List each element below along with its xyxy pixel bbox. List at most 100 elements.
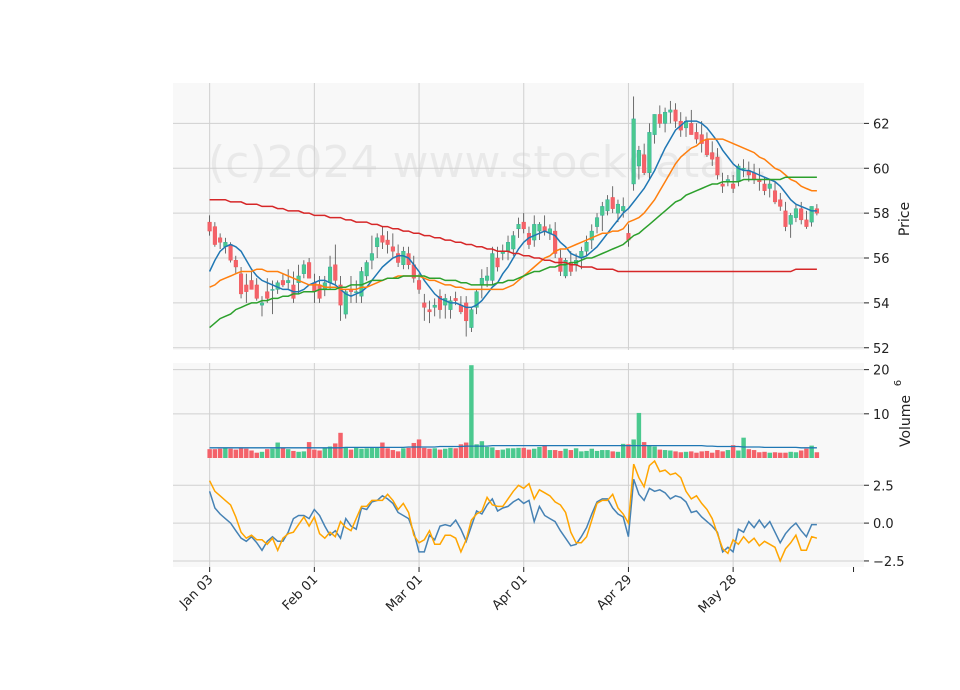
candle-down	[731, 183, 736, 189]
volume-bar-down	[390, 450, 396, 458]
volume-bar-down	[678, 452, 684, 458]
candle-up	[485, 275, 490, 281]
volume-bar-down	[542, 445, 547, 458]
candle-down	[657, 114, 662, 124]
candle-up	[375, 237, 380, 247]
volume-bar-up	[505, 448, 511, 458]
volume-bar-down	[626, 444, 631, 458]
candle-down	[212, 226, 217, 245]
candle-down	[762, 183, 767, 191]
volume-bar-down	[463, 442, 469, 458]
candle-down	[772, 190, 778, 203]
volume-bar-up	[296, 451, 301, 458]
volume-bar-down	[762, 451, 767, 458]
y-tick-label: 56	[873, 252, 890, 267]
candle-up	[469, 309, 474, 328]
volume-bar-down	[757, 452, 762, 458]
candle-down	[207, 221, 212, 232]
volume-bar-down	[453, 448, 458, 458]
candle-down	[704, 138, 709, 155]
price-axis-title: Price	[897, 202, 913, 236]
volume-bar-down	[249, 450, 254, 458]
volume-bar-up	[484, 446, 490, 458]
candle-up	[490, 253, 495, 281]
volume-bar-down	[783, 452, 788, 458]
candle-down	[427, 309, 432, 313]
volume-bar-up	[353, 447, 359, 458]
volume-bar-down	[233, 449, 239, 458]
candle-down	[720, 183, 725, 187]
y-tick-label: 2.5	[873, 479, 894, 494]
watermark-text: (c)2024 www.stockdata...	[208, 137, 768, 188]
volume-bar-down	[265, 449, 270, 458]
candle-up	[788, 215, 793, 225]
volume-bar-down	[422, 447, 427, 458]
volume-bar-up	[500, 449, 506, 458]
volume-bar-down	[238, 448, 244, 458]
volume-bar-up	[369, 447, 375, 458]
candle-up	[652, 114, 657, 135]
volume-bar-down	[228, 448, 233, 458]
volume-bar-up	[432, 448, 437, 458]
volume-bar-down	[333, 443, 338, 458]
candle-down	[673, 109, 678, 122]
x-tick-label: Apr 29	[594, 572, 635, 613]
candle-down	[380, 235, 385, 243]
candle-up	[621, 206, 626, 212]
candle-down	[689, 123, 694, 135]
candle-down	[778, 199, 783, 207]
candle-up	[328, 266, 333, 283]
volume-bar-down	[657, 449, 663, 458]
y-tick-label: 20	[873, 364, 890, 379]
candle-down	[694, 132, 699, 140]
volume-bar-down	[798, 450, 804, 458]
candle-down	[642, 154, 647, 173]
candle-down	[417, 280, 422, 290]
candle-up	[636, 150, 641, 167]
candle-down	[233, 260, 238, 268]
x-tick-label: Apr 01	[489, 572, 530, 613]
volume-bar-up	[741, 437, 746, 458]
candle-down	[495, 257, 500, 268]
y-tick-label: 54	[873, 297, 890, 312]
volume-bar-down	[280, 447, 286, 458]
volume-bar-up	[589, 448, 595, 458]
y-tick-label: 58	[873, 207, 890, 222]
candle-down	[265, 291, 270, 299]
volume-bar-down	[814, 452, 820, 458]
volume-bar-down	[778, 452, 783, 458]
volume-bar-down	[437, 449, 443, 458]
candle-up	[615, 203, 620, 214]
volume-bar-up	[788, 451, 793, 458]
volume-bar-down	[804, 448, 809, 458]
volume-bar-up	[579, 451, 584, 458]
stock-chart: (c)2024 www.stockdata... Jan 03 Feb 01 Mar…	[173, 83, 914, 616]
volume-bar-down	[689, 451, 694, 458]
volume-bar-up	[636, 412, 642, 458]
volume-bar-up	[479, 441, 485, 458]
x-tick-label: Jan 03	[176, 572, 216, 612]
volume-bar-up	[631, 439, 636, 458]
volume-bar-down	[317, 450, 322, 458]
candle-up	[584, 242, 589, 252]
candle-down	[333, 264, 338, 281]
volume-bar-up	[301, 451, 307, 458]
volume-bar-down	[610, 451, 615, 458]
volume-bar-down	[699, 451, 704, 458]
candle-down	[396, 253, 401, 263]
x-tick-label: Mar 01	[383, 572, 426, 615]
volume-bar-down	[526, 449, 532, 458]
candle-up	[600, 206, 605, 216]
volume-bar-up	[490, 447, 495, 458]
candle-down	[307, 262, 312, 279]
oscillator-panel-bg	[173, 458, 864, 567]
volume-bar-up	[448, 447, 453, 458]
volume-bar-down	[772, 452, 778, 458]
candle-up	[668, 109, 673, 113]
volume-bar-up	[442, 448, 448, 458]
volume-bar-up	[668, 450, 673, 458]
volume-bar-up	[725, 450, 731, 458]
volume-bar-up	[270, 448, 275, 458]
volume-bar-up	[511, 448, 516, 458]
candle-down	[710, 152, 715, 160]
